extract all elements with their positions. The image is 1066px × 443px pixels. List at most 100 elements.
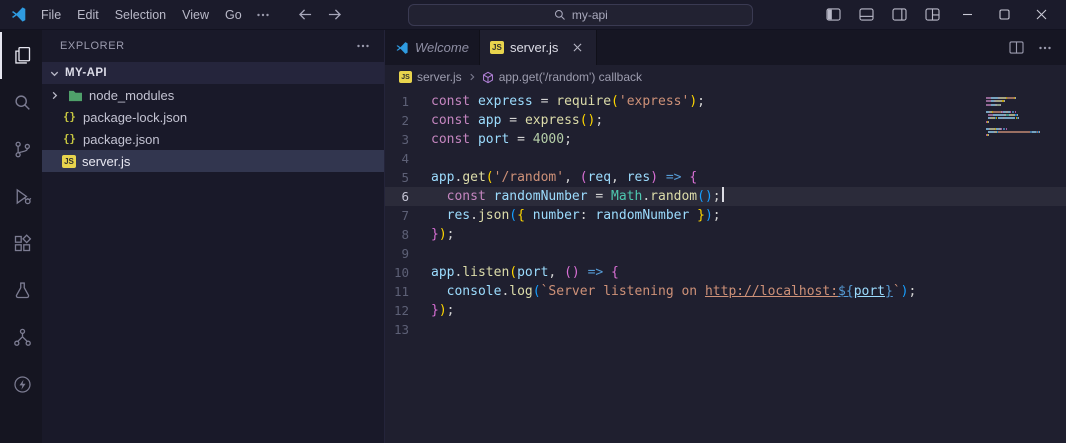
line-number: 2 [401, 113, 409, 128]
text-cursor [721, 187, 724, 202]
symbol-method-icon [482, 71, 493, 83]
code-line[interactable]: 6 const randomNumber = Math.random(); [385, 187, 1066, 206]
activity-search[interactable] [0, 79, 42, 126]
more-actions-icon[interactable] [1038, 41, 1052, 55]
file-name: server.js [82, 153, 131, 169]
menu-file[interactable]: File [33, 5, 69, 25]
nav-back-icon[interactable] [298, 8, 313, 21]
line-number: 8 [401, 227, 409, 242]
code-line[interactable]: 10 app.listen(port, () => { [385, 263, 1066, 282]
code-line[interactable]: 11 console.log(`Server listening on http… [385, 282, 1066, 301]
activity-explorer[interactable] [0, 32, 42, 79]
run-debug-icon [16, 188, 31, 205]
breadcrumb-file[interactable]: server.js [417, 70, 462, 84]
menu-selection[interactable]: Selection [107, 5, 174, 25]
testing-beaker-icon [15, 282, 29, 299]
editor-area: Welcome JS server.js JS server.js app.ge… [385, 30, 1066, 443]
tab-welcome[interactable]: Welcome [385, 30, 480, 65]
tree-item-server-js[interactable]: JS server.js [42, 150, 384, 172]
line-number: 11 [393, 284, 409, 299]
command-center-search[interactable]: my-api [408, 3, 754, 26]
code-line[interactable]: 1 const express = require('express'); [385, 92, 1066, 111]
breadcrumb-symbol[interactable]: app.get('/random') callback [499, 70, 642, 84]
nav-forward-icon[interactable] [327, 8, 342, 21]
json-file-icon: {} [63, 111, 76, 123]
js-file-icon: JS [62, 154, 76, 168]
explorer-more-actions-icon[interactable] [356, 39, 370, 53]
activity-thunder-client[interactable] [0, 361, 42, 408]
file-name: package-lock.json [83, 109, 188, 125]
breadcrumb: JS server.js app.get('/random') callback [385, 65, 1066, 89]
main-area: EXPLORER MY-API node_modules {} package-… [0, 30, 1066, 443]
chevron-right-icon [46, 90, 62, 101]
menu-view[interactable]: View [174, 5, 217, 25]
menu-go[interactable]: Go [217, 5, 250, 25]
toggle-secondary-sidebar-icon[interactable] [886, 3, 912, 27]
type-hierarchy-icon [13, 328, 31, 346]
code-line[interactable]: 5 app.get('/random', (req, res) => { [385, 168, 1066, 187]
file-name: node_modules [89, 87, 175, 103]
chevron-right-icon [467, 72, 477, 82]
tab-label: Welcome [415, 40, 469, 55]
minimap[interactable] [986, 97, 1050, 141]
js-file-icon: JS [489, 41, 504, 54]
activity-testing[interactable] [0, 267, 42, 314]
customize-layout-icon[interactable] [919, 3, 945, 27]
line-number: 9 [401, 246, 409, 261]
activity-run-debug[interactable] [0, 173, 42, 220]
extensions-icon [14, 234, 31, 252]
code-line[interactable]: 9 [385, 244, 1066, 263]
code-line[interactable]: 7 res.json({ number: randomNumber }); [385, 206, 1066, 225]
code-line[interactable]: 3 const port = 4000; [385, 130, 1066, 149]
close-window-button[interactable] [1026, 2, 1056, 28]
menu-more-icon[interactable] [250, 5, 276, 25]
maximize-restore-button[interactable] [989, 2, 1019, 28]
close-tab-icon[interactable] [568, 39, 586, 57]
titlebar-left: File Edit Selection View Go [0, 5, 342, 25]
line-number: 5 [401, 170, 409, 185]
tree-item-node-modules[interactable]: node_modules [42, 84, 384, 106]
code-line[interactable]: 8}); [385, 225, 1066, 244]
editor-actions [1009, 30, 1066, 65]
vscode-window: File Edit Selection View Go my-api EXPLO… [0, 0, 1066, 443]
explorer-header: EXPLORER [42, 30, 384, 62]
explorer-title: EXPLORER [60, 40, 125, 52]
split-editor-icon[interactable] [1009, 41, 1024, 54]
activity-type-hierarchy[interactable] [0, 314, 42, 361]
minimize-button[interactable] [952, 2, 982, 28]
activity-source-control[interactable] [0, 126, 42, 173]
search-icon [14, 95, 30, 110]
tab-server-js[interactable]: JS server.js [479, 30, 598, 65]
menu-edit[interactable]: Edit [69, 5, 107, 25]
explorer-sidebar: EXPLORER MY-API node_modules {} package-… [42, 30, 385, 443]
search-value: my-api [571, 7, 608, 22]
code-line[interactable]: 12}); [385, 301, 1066, 320]
code-lines: 1 const express = require('express'); 2 con… [385, 92, 1066, 339]
root-folder-name: MY-API [65, 67, 108, 79]
tab-bar: Welcome JS server.js [385, 30, 1066, 65]
explorer-root-folder[interactable]: MY-API [42, 62, 384, 84]
titlebar-right [820, 2, 1066, 28]
nav-arrows [298, 8, 342, 21]
titlebar: File Edit Selection View Go my-api [0, 0, 1066, 30]
folder-icon [69, 90, 82, 101]
code-line[interactable]: 13 [385, 320, 1066, 339]
toggle-panel-icon[interactable] [853, 3, 879, 27]
tree-item-package-json[interactable]: {} package.json [42, 128, 384, 150]
thunder-client-icon [13, 376, 31, 393]
code-editor[interactable]: 1 const express = require('express'); 2 con… [385, 89, 1066, 443]
code-line[interactable]: 4 [385, 149, 1066, 168]
toggle-primary-sidebar-icon[interactable] [820, 3, 846, 27]
tree-item-package-lock-json[interactable]: {} package-lock.json [42, 106, 384, 128]
file-name: package.json [83, 131, 160, 147]
json-file-icon: {} [63, 133, 76, 145]
line-number: 7 [401, 208, 409, 223]
vscode-logo-icon [396, 41, 408, 54]
code-line[interactable]: 2 const app = express(); [385, 111, 1066, 130]
line-number: 4 [401, 151, 409, 166]
line-number: 12 [393, 303, 409, 318]
line-number: 3 [401, 132, 409, 147]
chevron-down-icon [46, 68, 62, 79]
tab-label: server.js [509, 40, 559, 55]
activity-extensions[interactable] [0, 220, 42, 267]
